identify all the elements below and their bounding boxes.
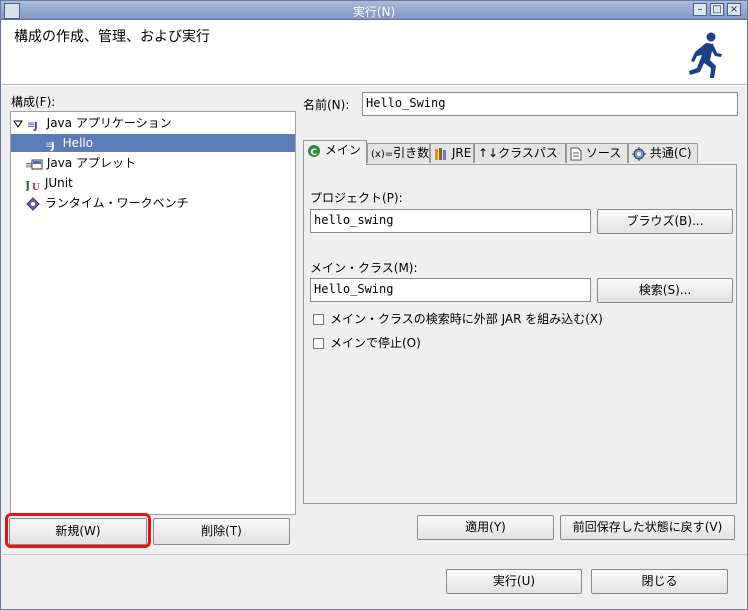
tab-label: 引き数 — [393, 146, 430, 160]
browse-button[interactable]: ブラウズ(B)... — [597, 209, 733, 234]
configurations-tree[interactable]: ≡ J Java アプリケーション ≡ J Hello ≡ Java アプレット J… — [10, 111, 296, 515]
arguments-tab-icon: (x)= — [371, 149, 394, 160]
highlight-box — [5, 513, 151, 548]
main-tab-icon: C — [308, 144, 320, 158]
tree-item-java-applet[interactable]: ≡ Java アプレット — [25, 154, 136, 172]
tree-item-java-application[interactable]: ≡ J Java アプリケーション — [13, 114, 172, 132]
svg-text:J: J — [25, 179, 30, 191]
svg-text:J: J — [50, 141, 55, 151]
include-external-jars-label: メイン・クラスの検索時に外部 JAR を組み込む(X) — [330, 312, 603, 326]
tab-label: 共通(C) — [649, 146, 692, 160]
expand-triangle-icon[interactable] — [13, 119, 23, 129]
name-label: 名前(N): — [303, 98, 350, 112]
minimize-icon[interactable]: – — [693, 3, 707, 16]
name-field[interactable]: Hello_Swing — [362, 92, 738, 116]
jre-tab-icon — [435, 147, 446, 160]
apply-button[interactable]: 適用(Y) — [417, 515, 554, 540]
tree-item-runtime-workbench[interactable]: ランタイム・ワークベンチ — [25, 194, 189, 212]
tab-label: ソース — [585, 146, 622, 160]
tree-item-label: ランタイム・ワークベンチ — [44, 196, 189, 210]
tree-item-label: Hello — [62, 136, 94, 150]
tab-main[interactable]: C メイン — [303, 140, 367, 165]
header-separator — [2, 85, 747, 86]
tab-common[interactable]: 共通(C) — [628, 143, 698, 163]
tab-label: メイン — [324, 143, 361, 157]
run-figure-icon — [689, 32, 722, 78]
java-launch-icon: ≡J — [45, 140, 55, 151]
close-icon[interactable]: × — [727, 3, 741, 16]
tree-item-hello[interactable]: ≡ J Hello — [11, 134, 295, 152]
stop-in-main-checkbox[interactable] — [313, 338, 324, 349]
tab-label: クラスパス — [498, 146, 558, 160]
tab-jre[interactable]: JRE — [430, 143, 474, 163]
java-app-icon: ≡J — [27, 120, 38, 131]
runtime-workbench-icon — [26, 196, 40, 211]
revert-button[interactable]: 前回保存した状態に戻す(V) — [560, 515, 735, 540]
main-class-field[interactable]: Hello_Swing — [310, 278, 591, 302]
run-button[interactable]: 実行(U) — [446, 569, 582, 594]
tree-item-label: Java アプリケーション — [46, 116, 172, 130]
delete-button[interactable]: 削除(T) — [153, 518, 290, 545]
title-bar[interactable]: 実行(N) – □ × — [1, 1, 747, 20]
maximize-icon[interactable]: □ — [710, 3, 724, 16]
common-tab-icon — [632, 146, 646, 161]
svg-text:U: U — [32, 183, 40, 191]
source-tab-icon — [570, 147, 582, 160]
search-button[interactable]: 検索(S)... — [597, 278, 733, 303]
classpath-tab-icon: ↑↓ — [478, 146, 499, 160]
tree-item-label: JUnit — [44, 176, 73, 190]
header-message: 構成の作成、管理、および実行 — [14, 29, 210, 45]
tab-classpath[interactable]: ↑↓クラスパス — [474, 143, 566, 163]
svg-text:C: C — [311, 148, 318, 158]
close-button[interactable]: 閉じる — [591, 569, 728, 594]
tab-arguments[interactable]: (x)=引き数 — [367, 143, 430, 163]
run-dialog: 実行(N) – □ × 構成の作成、管理、および実行 構成(F): ≡ J Jav… — [0, 0, 748, 610]
main-class-label: メイン・クラス(M): — [310, 261, 418, 275]
stop-in-main-label: メインで停止(O) — [330, 336, 421, 350]
tab-label: JRE — [451, 146, 472, 160]
project-label: プロジェクト(P): — [310, 191, 403, 205]
window-title: 実行(N) — [352, 5, 396, 19]
tree-item-junit[interactable]: JU JUnit — [25, 174, 73, 192]
dialog-header: 構成の作成、管理、および実行 — [2, 20, 747, 85]
tab-source[interactable]: ソース — [566, 143, 628, 163]
svg-text:≡: ≡ — [25, 161, 33, 171]
project-field[interactable]: hello_swing — [310, 209, 591, 233]
configurations-label: 構成(F): — [11, 95, 56, 109]
junit-icon: JU — [25, 179, 40, 191]
footer-separator — [2, 554, 747, 555]
main-tab-panel: プロジェクト(P): hello_swing ブラウズ(B)... メイン・クラ… — [303, 164, 737, 504]
applet-icon: ≡ — [25, 159, 43, 171]
svg-text:J: J — [33, 121, 38, 131]
include-external-jars-checkbox[interactable] — [313, 314, 324, 325]
tree-item-label: Java アプレット — [46, 156, 136, 170]
